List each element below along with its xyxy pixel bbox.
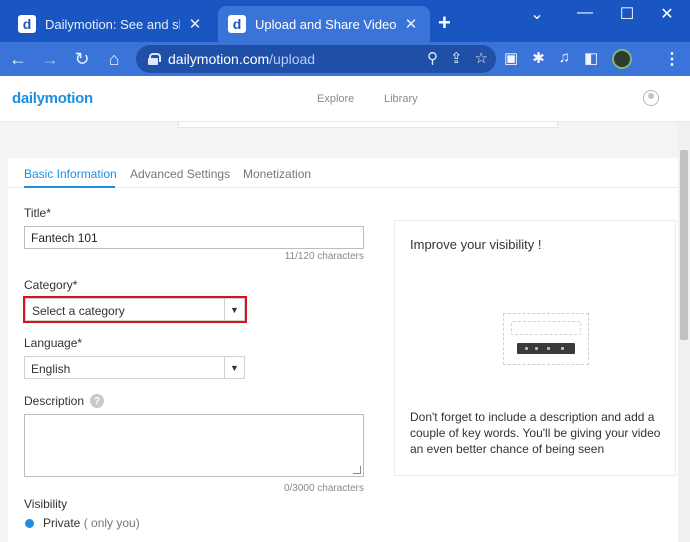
share-icon[interactable]: ⇪ [450,49,463,67]
dailymotion-logo[interactable]: dailymotion [12,90,93,107]
private-radio[interactable] [25,519,34,528]
description-textarea[interactable] [24,414,364,477]
dailymotion-favicon-icon: d [18,15,36,33]
help-question-icon[interactable]: ? [90,394,104,408]
profile-avatar[interactable] [612,49,633,69]
tab-basic-information[interactable]: Basic Information [24,167,117,181]
browser-tab-bar: d Dailymotion: See and share the ✕ d Upl… [0,0,690,42]
browser-toolbar: ← → ↻ ⌂ dailymotion.com/upload ⚲ ⇪ ☆ ▣ ✱… [0,42,690,76]
url-host: dailymotion.com [168,51,270,67]
upload-card-edge [178,122,558,128]
tab-advanced-settings[interactable]: Advanced Settings [130,167,230,181]
visibility-tips-card: Improve your visibility ! Don't forget t… [394,220,676,476]
language-label: Language* [24,336,83,350]
url-path: /upload [269,51,316,67]
language-select-value: English [31,362,71,376]
details-tabs: Basic Information Advanced Settings Mone… [8,158,678,188]
zoom-search-icon[interactable]: ⚲ [427,49,438,67]
upload-page-content: Basic Information Advanced Settings Mone… [0,122,678,542]
forward-arrow-icon[interactable]: → [38,47,62,71]
tab-title: Dailymotion: See and share the [45,16,180,32]
dropdown-arrow-icon: ▼ [224,357,244,378]
title-label: Title* [24,206,51,220]
video-details-form: Basic Information Advanced Settings Mone… [8,158,678,542]
illustration-inner-frame [511,321,581,335]
page-scrollbar[interactable] [678,122,690,542]
maximize-window-button[interactable]: ☐ [612,4,642,24]
language-select[interactable]: English ▼ [24,356,245,379]
close-tab-icon[interactable]: ✕ [402,15,420,33]
tips-text: Don't forget to include a description an… [410,410,661,456]
private-option-text: Private [43,516,81,530]
tips-title: Improve your visibility ! [410,237,542,252]
bookmark-star-icon[interactable]: ☆ [475,49,488,67]
extensions-puzzle-icon[interactable]: ✱ [532,49,545,69]
nav-library[interactable]: Library [384,93,418,105]
title-char-count: 11/120 characters [284,251,364,262]
new-tab-button[interactable]: + [438,10,451,36]
tab-title: Upload and Share Videos | D [255,16,396,32]
tab-search-chevron-icon[interactable]: ⌄ [522,4,552,24]
category-label: Category* [24,278,78,292]
browser-menu-icon[interactable]: ⋮ [664,49,680,69]
media-queue-icon[interactable]: ♫ [559,49,570,69]
private-option-label[interactable]: Private ( only you) [43,516,140,530]
home-icon[interactable]: ⌂ [102,47,126,71]
dailymotion-favicon-icon: d [228,15,246,33]
active-tab-indicator [24,186,115,188]
resize-grip-icon[interactable] [353,466,361,474]
description-label: Description [24,394,85,408]
video-tape-illustration [503,313,589,365]
minimize-window-button[interactable]: — [570,4,600,22]
close-tab-icon[interactable]: ✕ [186,15,204,33]
back-arrow-icon[interactable]: ← [6,47,30,71]
private-option-note: ( only you) [83,516,140,530]
title-input[interactable]: Fantech 101 [24,226,364,249]
reload-icon[interactable]: ↻ [70,47,94,71]
address-bar[interactable]: dailymotion.com/upload ⚲ ⇪ ☆ [136,45,496,73]
user-account-icon[interactable] [643,90,659,106]
browser-tab-dailymotion-home[interactable]: d Dailymotion: See and share the ✕ [8,6,214,42]
close-window-button[interactable]: ✕ [652,4,682,24]
lock-icon [148,53,161,65]
side-panel-icon[interactable]: ◧ [584,49,598,69]
browser-tab-upload[interactable]: d Upload and Share Videos | D ✕ [218,6,430,42]
nav-explore[interactable]: Explore [317,93,354,105]
scrollbar-thumb[interactable] [680,150,688,340]
description-char-count: 0/3000 characters [283,483,364,494]
screenshot-extension-icon[interactable]: ▣ [504,49,518,69]
tab-monetization[interactable]: Monetization [243,167,311,181]
category-highlight-box [23,296,247,323]
site-header: dailymotion Explore Library [0,76,690,122]
tape-icon [517,343,575,354]
visibility-label: Visibility [24,497,68,511]
